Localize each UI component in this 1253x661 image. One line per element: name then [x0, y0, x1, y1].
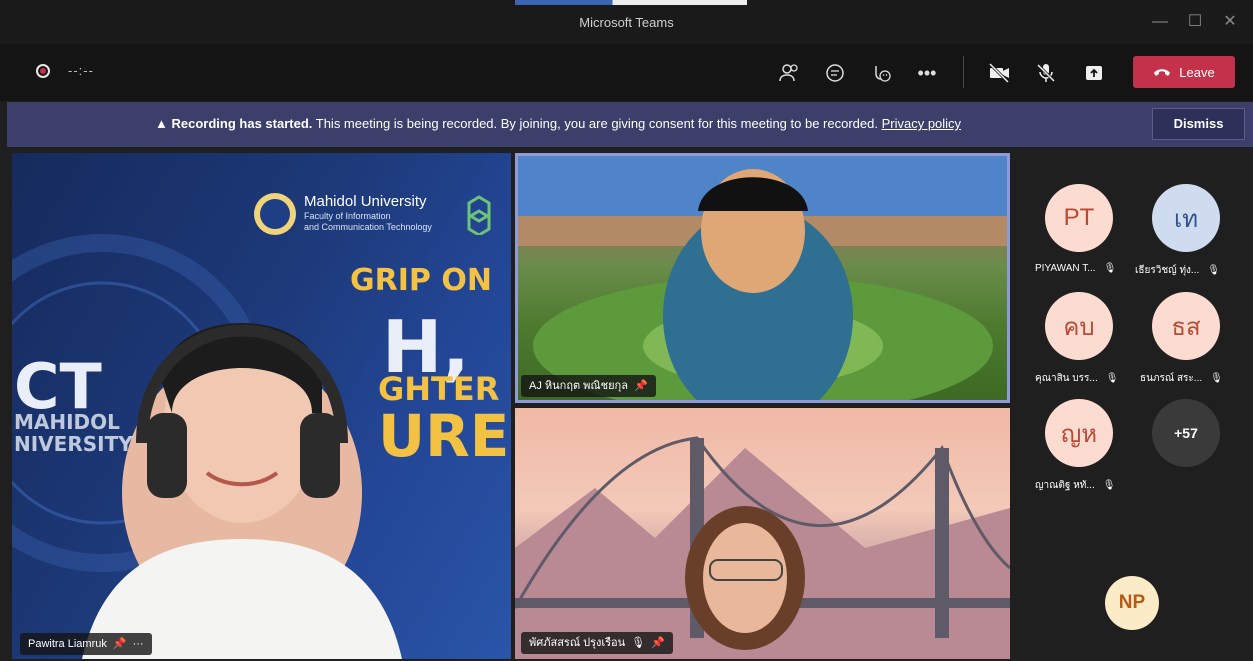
roster-name-3: คุณาสิน บรร... 🎙: [1035, 371, 1118, 386]
maximize-icon[interactable]: ☐: [1181, 8, 1209, 36]
mic-off-icon: 🎙: [631, 637, 646, 649]
pin-icon: 📌: [651, 637, 665, 649]
recording-indicator-icon: [36, 64, 50, 78]
roster-name-text: เธียรวิชญ์ ทุ่ง...: [1135, 265, 1200, 276]
pin-icon: 📌: [633, 380, 648, 392]
campus-background-graphic: [518, 156, 1007, 400]
participant-label-main: Pawitra Liamruk 📌 ···: [20, 633, 152, 655]
background-headline-4: URE: [378, 402, 510, 470]
chat-icon: [826, 64, 844, 82]
mic-off-icon: 🎙: [1105, 373, 1119, 384]
participant-name: พัศภัสสรณ์ ปรุงเรือน: [529, 637, 626, 649]
participant-name: AJ หินกฤต พณิชยกุล: [529, 380, 628, 392]
meeting-timer: --:--: [68, 63, 94, 78]
more-participants-button[interactable]: +57: [1152, 399, 1220, 467]
camera-off-icon: [988, 62, 1010, 84]
mic-off-icon: 🎙: [1207, 265, 1220, 276]
roster-avatar-1[interactable]: PT: [1045, 184, 1113, 252]
mic-off-icon: 🎙: [1103, 263, 1117, 274]
roster-avatar-3[interactable]: คบ: [1045, 292, 1113, 360]
pin-icon: 📌: [112, 638, 127, 650]
roster-name-text: ญาณติฐ หทั...: [1035, 480, 1095, 491]
roster-avatar-5[interactable]: ญห: [1045, 399, 1113, 467]
bottom-avatar[interactable]: NP: [1105, 576, 1159, 630]
recording-text: This meeting is being recorded. By joini…: [315, 116, 878, 131]
leave-button[interactable]: Leave: [1133, 56, 1235, 88]
roster-name-5: ญาณติฐ หทั... 🎙: [1035, 478, 1115, 493]
mic-off-icon: 🎙: [1210, 373, 1223, 384]
roster-name-text: คุณาสิน บรร...: [1035, 373, 1098, 384]
participant-label-top-right: AJ หินกฤต พณิชยกุล 📌: [521, 375, 656, 397]
faculty-line-2: and Communication Technology: [304, 222, 432, 232]
mic-toggle-button[interactable]: [1031, 58, 1061, 88]
faculty-line-1: Faculty of Information: [304, 211, 391, 221]
dismiss-button[interactable]: Dismiss: [1152, 108, 1245, 140]
roster-name-4: ธนภรณ์ สระ... 🎙: [1140, 371, 1223, 386]
roster-name-text: PIYAWAN T...: [1035, 263, 1096, 274]
avatar-initials: ญห: [1060, 420, 1098, 448]
toolbar-divider: [963, 56, 964, 88]
mahidol-seal-icon: [254, 193, 296, 235]
participants-button[interactable]: [774, 58, 804, 88]
recording-title: Recording has started.: [171, 116, 313, 131]
participant-more-button[interactable]: ···: [133, 633, 144, 655]
title-bar: Microsoft Teams: [0, 0, 1253, 44]
participants-icon: [779, 64, 798, 82]
minimize-icon[interactable]: —: [1146, 8, 1174, 36]
close-icon[interactable]: ✕: [1216, 8, 1244, 36]
mic-off-icon: 🎙: [1102, 480, 1116, 491]
avatar-initials: PT: [1063, 204, 1095, 231]
avatar-initials: เท: [1173, 205, 1199, 233]
background-university-text: NIVERSITY: [14, 432, 133, 456]
background-headline-1: GRIP ON: [350, 263, 492, 298]
reactions-icon: [875, 66, 891, 82]
roster-avatar-4[interactable]: ธส: [1152, 292, 1220, 360]
more-actions-button[interactable]: •••: [912, 58, 942, 88]
avatar-initials: NP: [1118, 592, 1146, 613]
ict-logo-icon: [467, 195, 491, 235]
more-icon: •••: [917, 62, 937, 83]
chat-button[interactable]: [820, 58, 850, 88]
recording-message: ▲ Recording has started. This meeting is…: [155, 116, 961, 131]
video-tile-bottom-right[interactable]: [515, 408, 1010, 659]
camera-toggle-button[interactable]: [985, 58, 1015, 88]
faculty-name: Faculty of Information and Communication…: [304, 211, 432, 233]
privacy-policy-link[interactable]: Privacy policy: [882, 116, 961, 131]
more-participants-count: +57: [1174, 425, 1198, 441]
reactions-button[interactable]: [866, 58, 896, 88]
warning-icon: ▲: [155, 116, 168, 131]
phone-hangup-icon: [1154, 69, 1171, 76]
share-icon: [1086, 66, 1102, 80]
leave-label: Leave: [1179, 64, 1215, 80]
recording-banner: ▲ Recording has started. This meeting is…: [7, 102, 1253, 147]
background-mahidol-text: MAHIDOL: [14, 410, 120, 434]
participant-label-bottom-right: พัศภัสสรณ์ ปรุงเรือน 🎙 📌: [521, 632, 673, 654]
share-button[interactable]: [1079, 58, 1109, 88]
roster-avatar-2[interactable]: เท: [1152, 184, 1220, 252]
window-title: Microsoft Teams: [579, 15, 674, 30]
meeting-toolbar: [0, 44, 1253, 101]
participant-name: Pawitra Liamruk: [28, 638, 107, 650]
avatar-initials: ธส: [1171, 313, 1201, 341]
avatar-initials: คบ: [1063, 313, 1095, 341]
university-name: Mahidol University: [304, 193, 427, 210]
roster-name-text: ธนภรณ์ สระ...: [1140, 373, 1203, 384]
bridge-background-graphic: [515, 436, 1010, 659]
roster-name-2: เธียรวิชญ์ ทุ่ง... 🎙: [1135, 263, 1220, 278]
roster-name-1: PIYAWAN T... 🎙: [1035, 263, 1116, 274]
video-tile-top-right[interactable]: [515, 153, 1010, 403]
mic-off-icon: [1036, 63, 1056, 83]
